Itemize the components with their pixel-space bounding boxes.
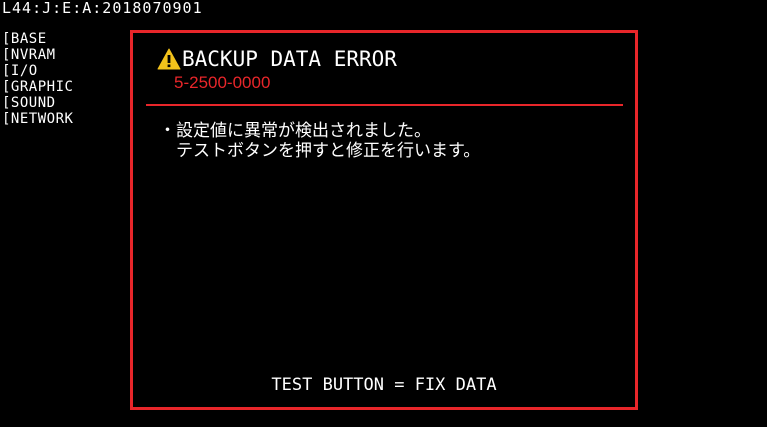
warning-icon: [157, 48, 181, 70]
error-message-line-2: テストボタンを押すと修正を行います。: [159, 141, 481, 161]
menu-item-sound[interactable]: [SOUND: [2, 95, 73, 111]
error-code: 5-2500-0000: [174, 73, 271, 92]
diagnostic-menu: [BASE [NVRAM [I/O [GRAPHIC [SOUND [NETWO…: [2, 31, 73, 127]
error-message: ・設定値に異常が検出されました。 テストボタンを押すと修正を行います。: [159, 121, 480, 161]
error-title: BACKUP DATA ERROR: [182, 47, 397, 71]
fix-data-hint: TEST BUTTON = FIX DATA: [271, 375, 497, 395]
status-line: L44:J:E:A:2018070901: [2, 0, 203, 17]
menu-item-nvram[interactable]: [NVRAM: [2, 47, 73, 63]
menu-item-network[interactable]: [NETWORK: [2, 111, 73, 127]
error-message-line-1: ・設定値に異常が検出されました。: [159, 121, 431, 141]
menu-item-io[interactable]: [I/O: [2, 63, 73, 79]
error-panel: BACKUP DATA ERROR 5-2500-0000 ・設定値に異常が検出…: [130, 30, 638, 410]
divider: [146, 104, 623, 106]
menu-item-graphic[interactable]: [GRAPHIC: [2, 79, 73, 95]
error-title-row: BACKUP DATA ERROR: [157, 47, 397, 71]
menu-item-base[interactable]: [BASE: [2, 31, 73, 47]
